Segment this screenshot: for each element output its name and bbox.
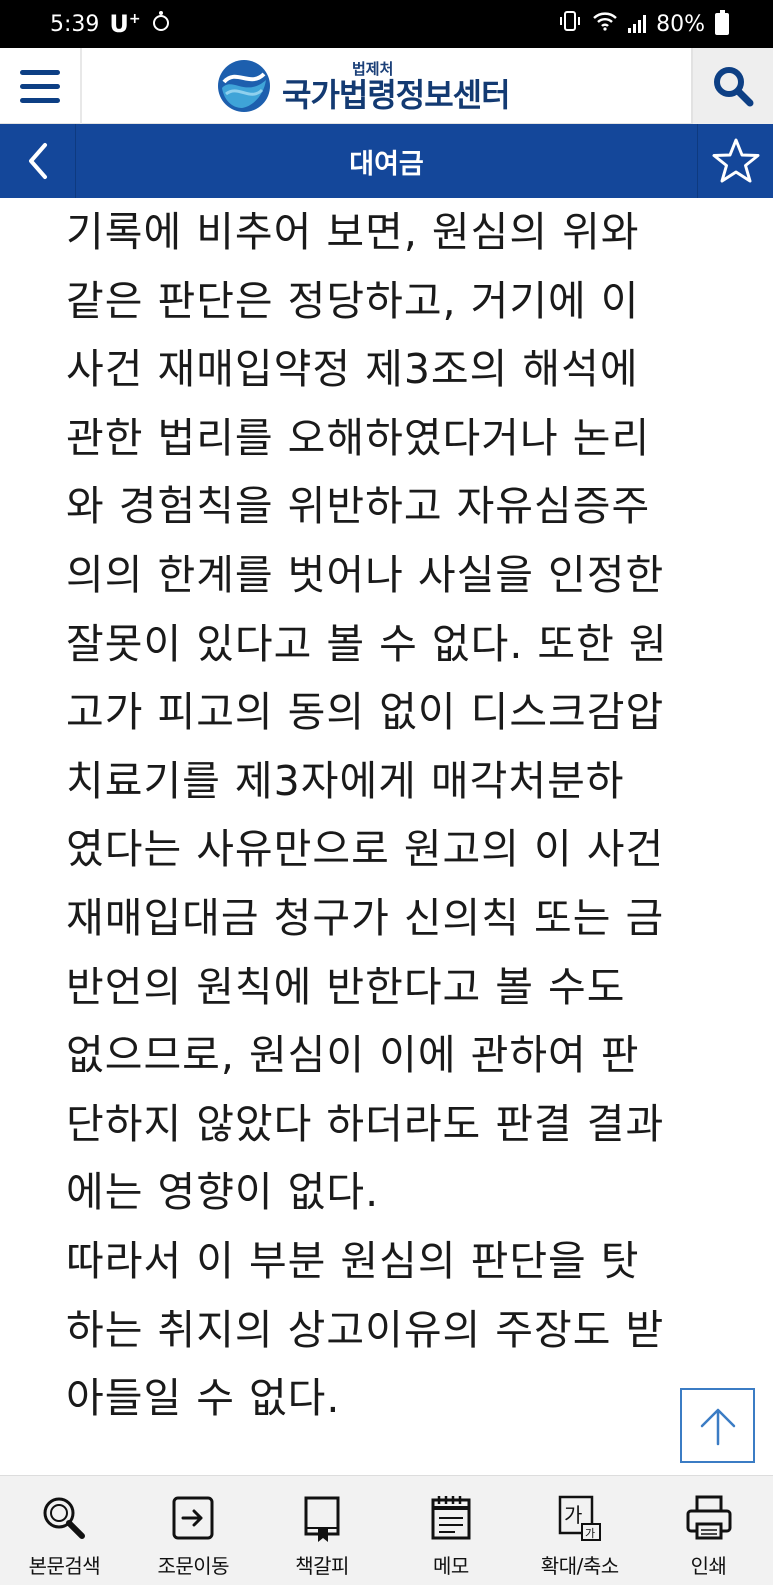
font-size-icon: 가 가 (558, 1495, 601, 1541)
back-button[interactable] (0, 124, 76, 198)
text-line: 같은 판단은 정당하고, 거기에 이 (66, 276, 640, 325)
star-icon (712, 138, 759, 183)
bookmark-book-icon (304, 1496, 340, 1542)
chevron-left-icon (28, 143, 47, 179)
notification-icon (151, 10, 171, 38)
text-line: 관한 법리를 오해하였다거나 논리 (66, 413, 651, 462)
logo-text: 법제처 국가법령정보센터 (282, 59, 511, 114)
search-icon (714, 67, 754, 107)
text-line: 하는 취지의 상고이유의 주장도 받 (66, 1305, 665, 1354)
toolbar-article-move[interactable]: 조문이동 (129, 1476, 258, 1585)
text-line: 치료기를 제3자에게 매각처분하 (66, 756, 625, 805)
carrier-label: U+ (109, 10, 140, 38)
bottom-toolbar: 본문검색 조문이동 책갈피 메모 가 가 확대/축소 인쇄 (0, 1475, 773, 1585)
text-line: 따라서 이 부분 원심의 판단을 탓 (66, 1236, 640, 1285)
move-article-icon (172, 1496, 214, 1540)
judgment-text: 기록에 비추어 보면, 원심의 위와같은 판단은 정당하고, 거기에 이사건 재… (66, 198, 756, 1433)
search-icon (43, 1497, 86, 1539)
text-line: 기록에 비추어 보면, 원심의 위와 (66, 208, 640, 256)
text-line: 에는 영향이 없다. (66, 1168, 380, 1217)
wifi-icon (592, 11, 618, 37)
toolbar-memo[interactable]: 메모 (386, 1476, 515, 1585)
hamburger-icon-bar (20, 97, 60, 103)
text-line: 아들일 수 없다. (66, 1374, 341, 1423)
toolbar-label: 인쇄 (690, 1554, 727, 1578)
toolbar-label: 조문이동 (157, 1554, 230, 1578)
toolbar-label: 본문검색 (28, 1554, 101, 1578)
signal-icon (628, 15, 647, 33)
page-title: 대여금 (349, 148, 424, 180)
text-line: 재매입대금 청구가 신의칙 또는 금 (66, 893, 665, 942)
title-bar: 대여금 (0, 124, 773, 198)
scroll-top-button[interactable] (680, 1388, 755, 1463)
logo-subtitle: 법제처 (352, 59, 394, 78)
text-line: 고가 피고의 동의 없이 디스크감압 (66, 688, 665, 737)
text-line: 잘못이 있다고 볼 수 없다. 또한 원 (66, 619, 668, 668)
menu-button[interactable] (0, 48, 82, 124)
vibrate-icon (558, 10, 582, 38)
carrier-plus: + (128, 11, 141, 27)
body-paragraph: 기록에 비추어 보면, 원심의 위와같은 판단은 정당하고, 거기에 이사건 재… (66, 198, 756, 1433)
hamburger-icon-bar (20, 69, 60, 75)
text-line: 없으므로, 원심이 이에 관하여 판 (66, 1031, 640, 1080)
text-line: 사건 재매입약정 제3조의 해석에 (66, 345, 639, 394)
toolbar-label: 확대/축소 (540, 1554, 619, 1578)
hamburger-icon-bar (20, 83, 60, 89)
toolbar-zoom[interactable]: 가 가 확대/축소 (515, 1476, 644, 1585)
text-line: 였다는 사유만으로 원고의 이 사건 (66, 825, 665, 874)
printer-icon (686, 1495, 732, 1540)
status-left: 5:39 U+ (50, 10, 171, 38)
text-line: 와 경험칙을 위반하고 자유심증주 (66, 482, 651, 531)
toolbar-label: 메모 (432, 1554, 469, 1578)
status-bar: 5:39 U+ 80% (0, 0, 773, 48)
toolbar-label: 책갈피 (295, 1554, 349, 1578)
site-logo[interactable]: 법제처 국가법령정보센터 (216, 58, 511, 114)
logo-emblem-icon (218, 60, 270, 112)
font-size-glyph-small: 가 (585, 1527, 595, 1540)
battery-percent: 80% (656, 11, 705, 37)
memo-icon (431, 1496, 471, 1540)
toolbar-text-search[interactable]: 본문검색 (0, 1476, 129, 1585)
top-header: 법제처 국가법령정보센터 (0, 48, 773, 124)
search-button[interactable] (691, 48, 773, 124)
status-time: 5:39 (50, 11, 100, 37)
carrier-name: U (109, 10, 129, 38)
favorite-button[interactable] (697, 124, 773, 198)
status-right: 80% (558, 10, 729, 38)
font-size-glyph-large: 가 (564, 1503, 582, 1527)
text-line: 의의 한계를 벗어나 사실을 인정한 (66, 550, 665, 599)
text-line: 반언의 원칙에 반한다고 볼 수도 (66, 962, 626, 1011)
arrow-up-icon (700, 1408, 735, 1445)
logo-title: 국가법령정보센터 (282, 75, 511, 114)
toolbar-print[interactable]: 인쇄 (644, 1476, 773, 1585)
toolbar-bookmark[interactable]: 책갈피 (258, 1476, 387, 1585)
battery-icon (715, 10, 729, 35)
text-line: 단하지 않았다 하더라도 판결 결과 (66, 1099, 665, 1148)
